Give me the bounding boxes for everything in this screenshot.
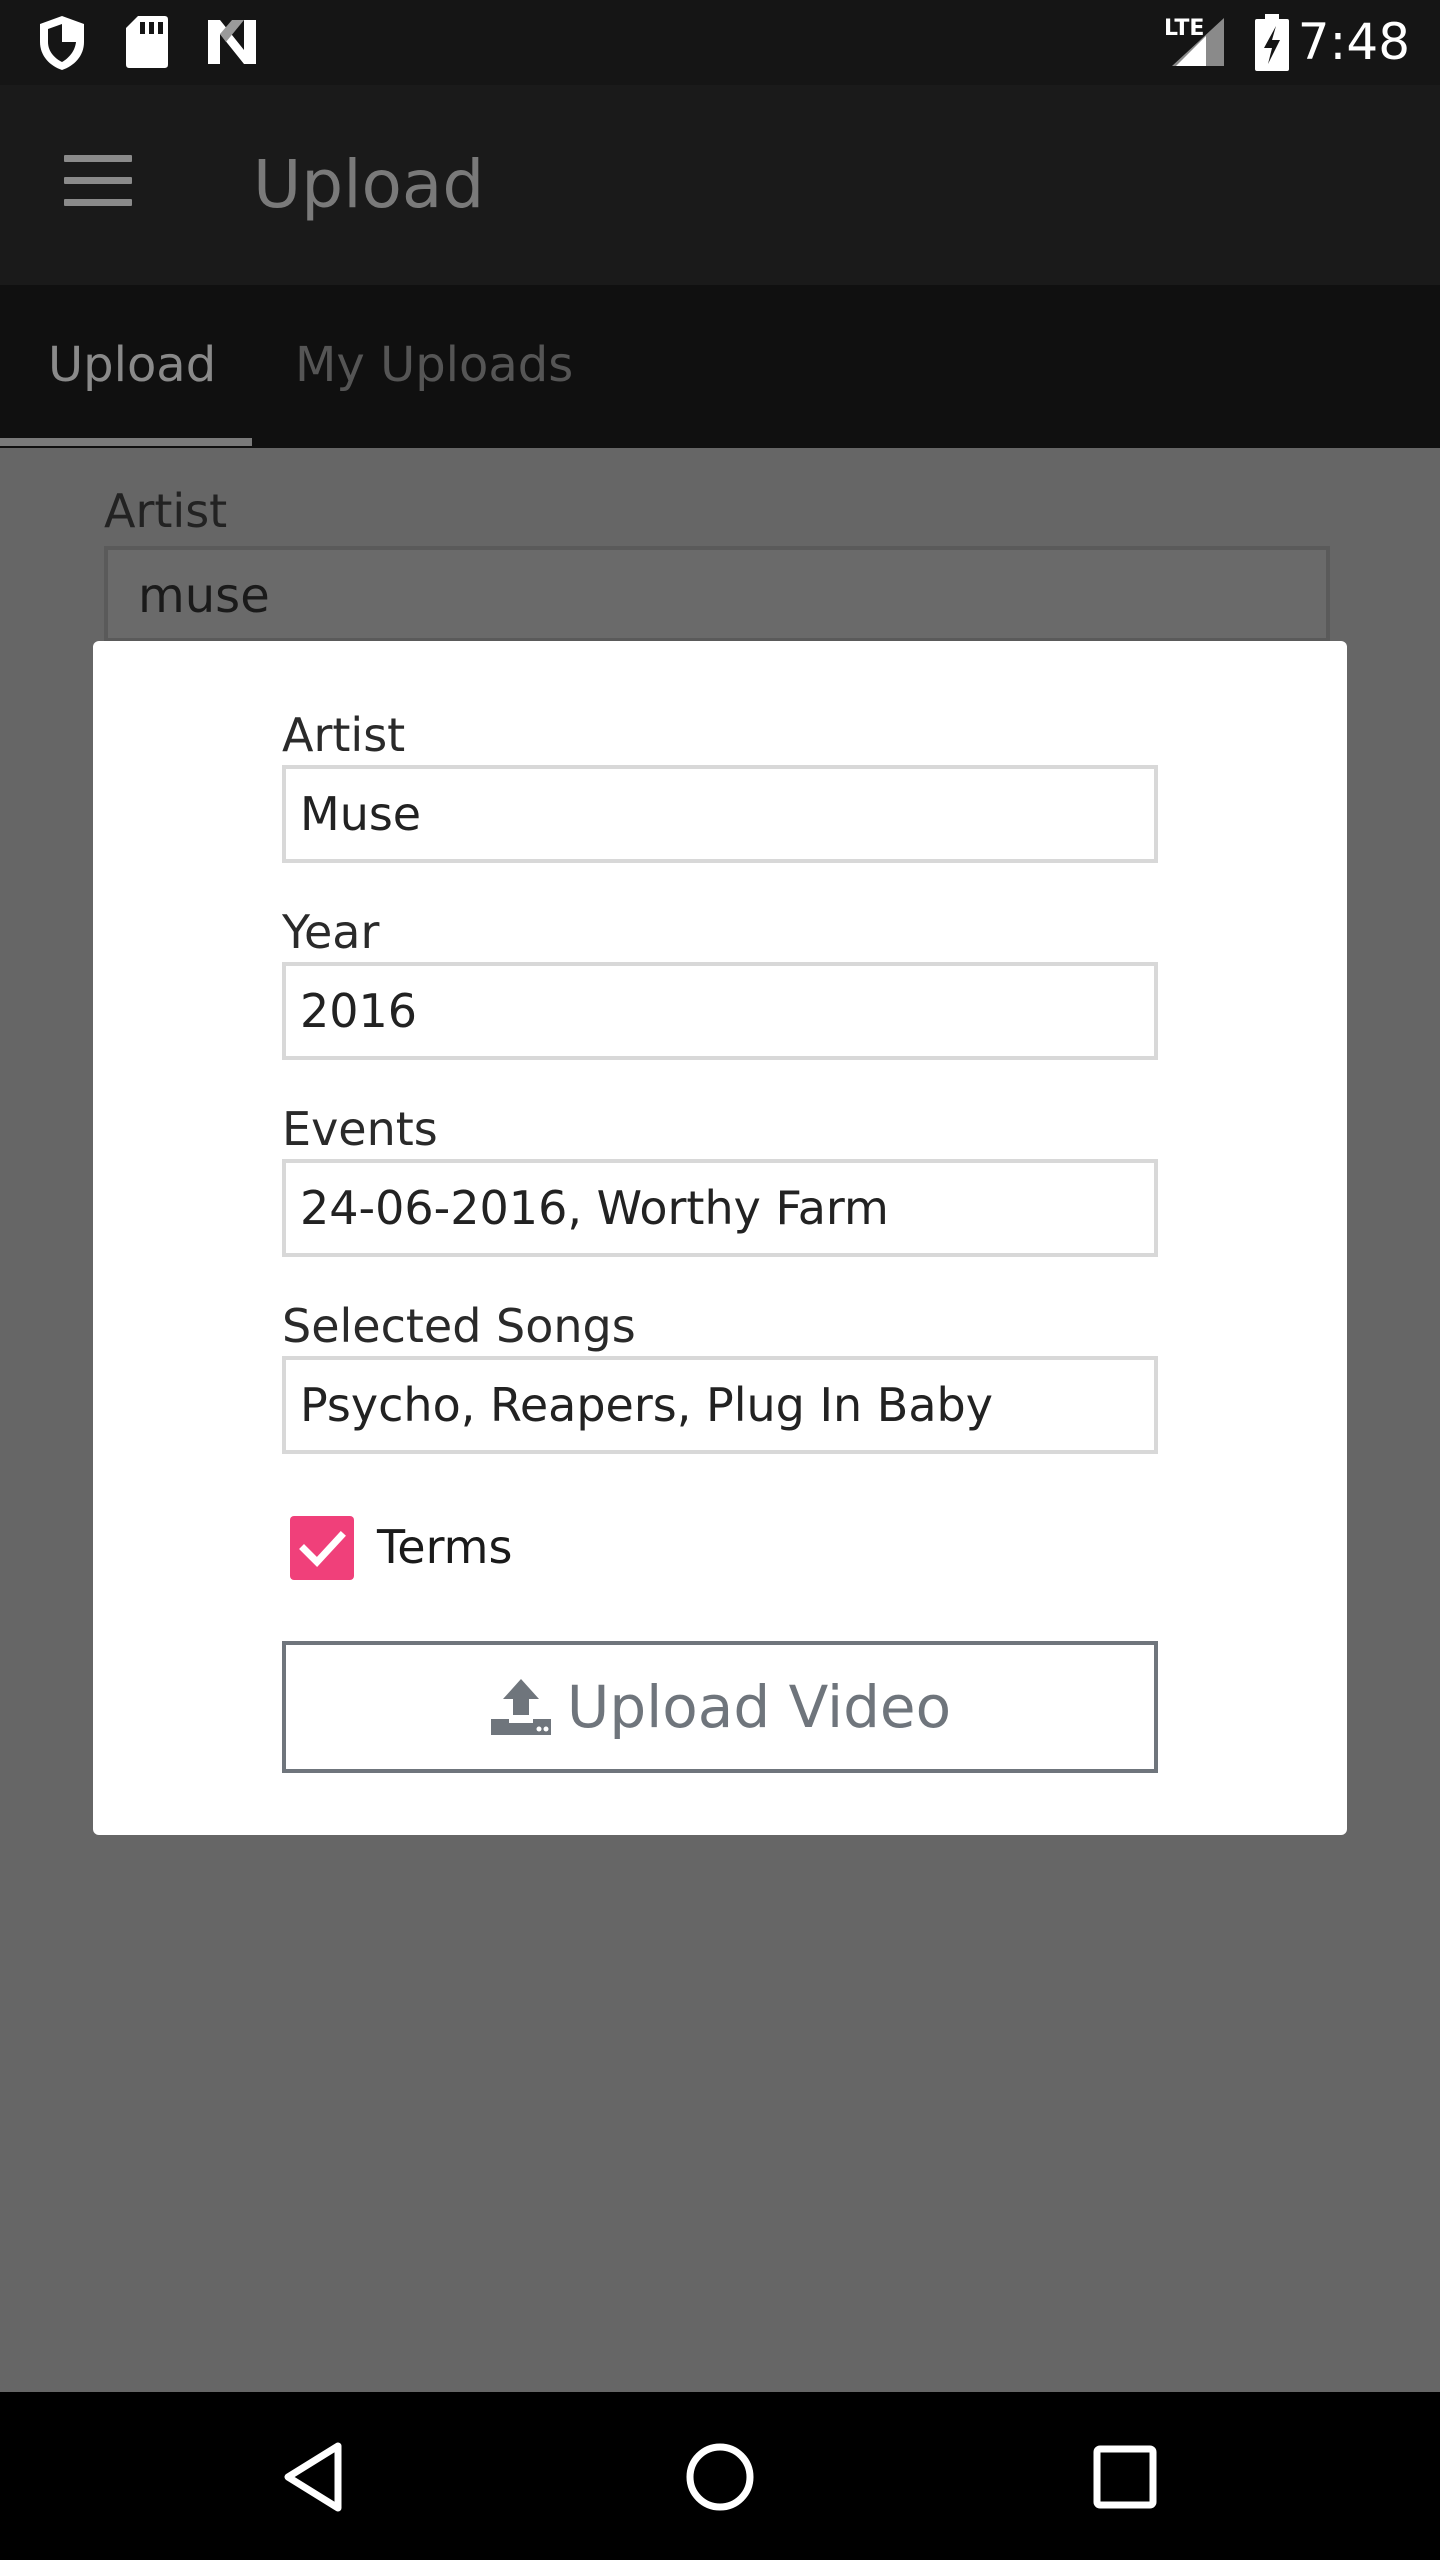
year-field[interactable] <box>282 962 1158 1060</box>
lte-signal-icon <box>1172 18 1224 66</box>
sd-card-icon <box>126 16 168 68</box>
page-title: Upload <box>253 146 485 223</box>
selected-songs-field[interactable] <box>282 1356 1158 1454</box>
recents-icon[interactable] <box>1080 2432 1170 2522</box>
events-label: Events <box>282 1102 438 1156</box>
background-artist-value: muse <box>138 568 270 624</box>
terms-label: Terms <box>377 1520 513 1574</box>
background-artist-label: Artist <box>104 484 228 538</box>
hamburger-menu-icon[interactable] <box>64 155 132 207</box>
tab-upload[interactable]: Upload <box>48 285 216 448</box>
upload-video-label: Upload Video <box>566 1673 952 1741</box>
year-label: Year <box>282 905 380 959</box>
status-time: 7:48 <box>1297 13 1410 71</box>
battery-charging-icon <box>1255 14 1289 71</box>
artist-field[interactable] <box>282 765 1158 863</box>
tab-my-uploads[interactable]: My Uploads <box>295 285 573 448</box>
events-field[interactable] <box>282 1159 1158 1257</box>
shield-icon <box>40 16 84 70</box>
artist-label: Artist <box>282 708 406 762</box>
selected-songs-label: Selected Songs <box>282 1299 636 1353</box>
back-icon[interactable] <box>270 2432 360 2522</box>
tab-bar: Upload My Uploads <box>0 285 1440 448</box>
checkmark-icon <box>299 1531 346 1568</box>
app-bar: Upload <box>0 85 1440 285</box>
upload-video-button[interactable]: Upload Video <box>282 1641 1158 1773</box>
tab-indicator <box>0 438 252 446</box>
terms-checkbox[interactable] <box>290 1516 354 1580</box>
home-icon[interactable] <box>675 2432 765 2522</box>
upload-dialog: Artist Year Events Selected Songs Terms … <box>93 641 1347 1835</box>
navigation-bar <box>0 2392 1440 2560</box>
n-logo-icon <box>208 20 256 64</box>
status-bar: LTE 7:48 <box>0 0 1440 85</box>
background-artist-input: muse <box>104 546 1330 642</box>
upload-icon <box>490 1679 551 1735</box>
